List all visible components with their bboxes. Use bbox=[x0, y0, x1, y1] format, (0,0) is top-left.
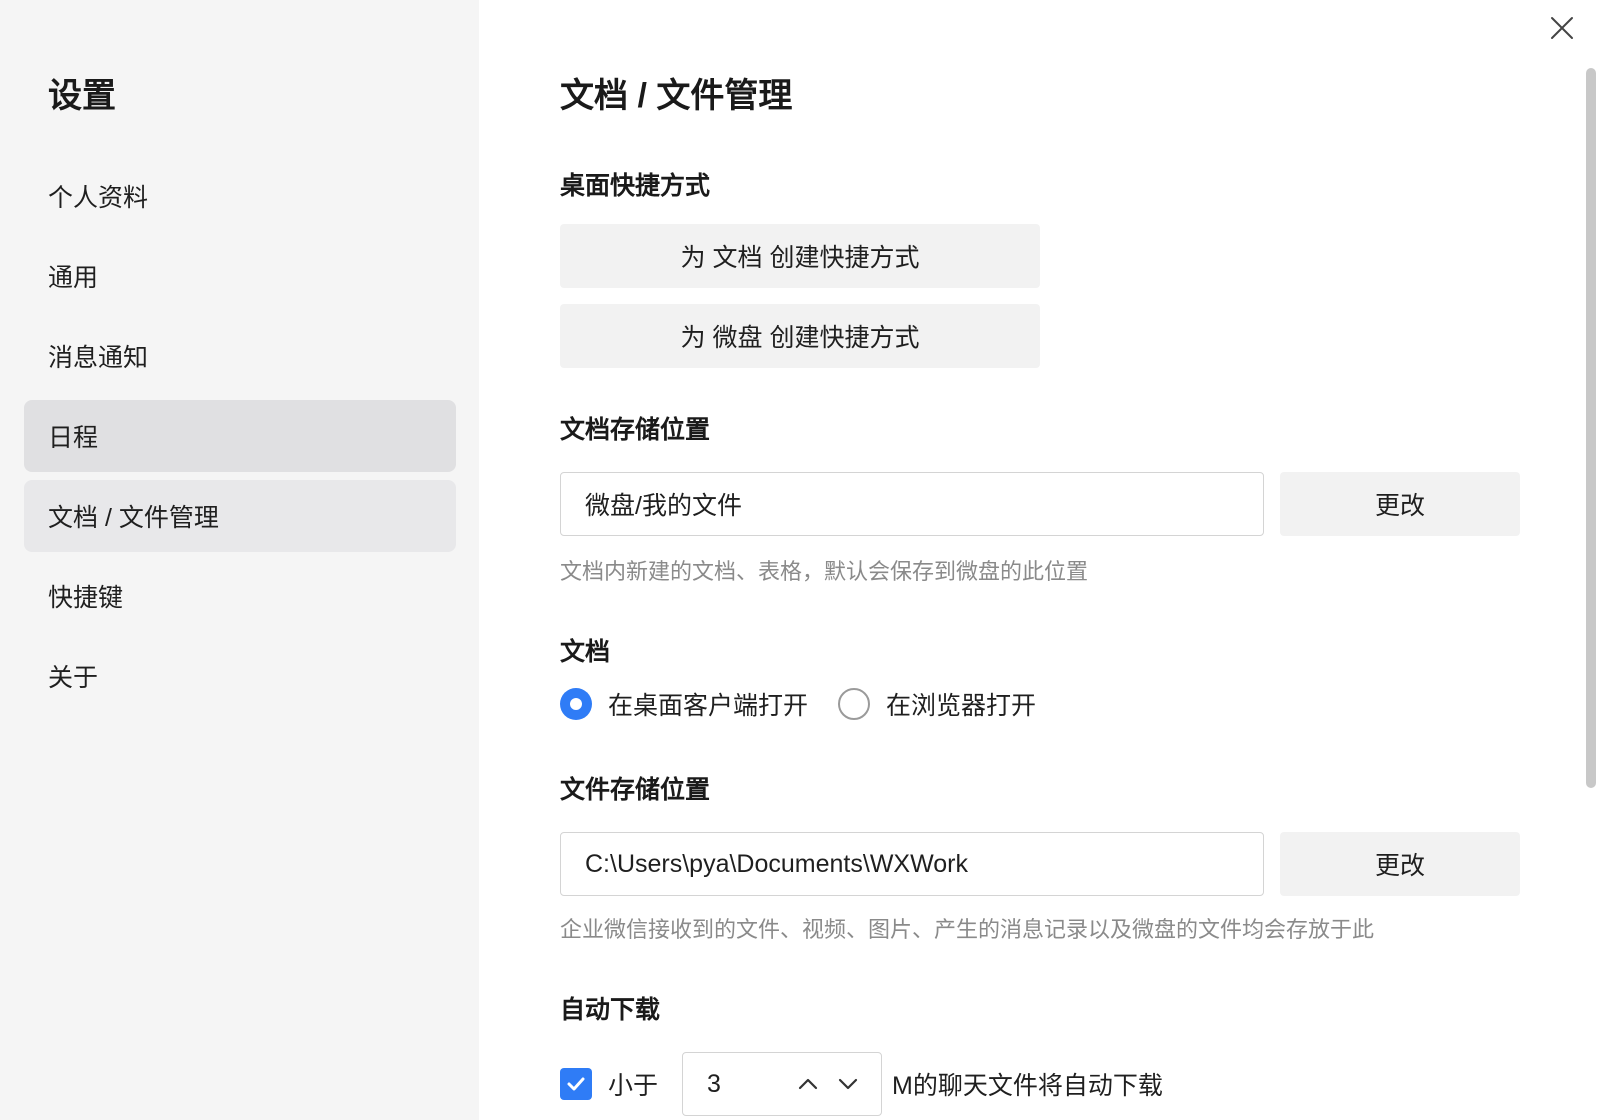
file-storage-path-field[interactable]: C:\Users\pya\Documents\WXWork bbox=[560, 832, 1264, 896]
sidebar-nav: 个人资料 通用 消息通知 日程 文档 / 文件管理 快捷键 关于 bbox=[24, 160, 456, 720]
chevron-down-icon bbox=[838, 1078, 858, 1090]
file-storage-hint: 企业微信接收到的文件、视频、图片、产生的消息记录以及微盘的文件均会存放于此 bbox=[560, 917, 1375, 942]
sidebar: 设置 个人资料 通用 消息通知 日程 文档 / 文件管理 快捷键 关于 bbox=[0, 0, 479, 1120]
close-button[interactable] bbox=[1544, 10, 1580, 46]
stepper-up-button[interactable] bbox=[795, 1071, 821, 1097]
file-storage-path-text: C:\Users\pya\Documents\WXWork bbox=[585, 849, 968, 878]
size-limit-value: 3 bbox=[707, 1069, 721, 1098]
open-in-desktop-radio[interactable]: 在桌面客户端打开 bbox=[560, 686, 808, 722]
main-panel: 文档 / 文件管理 桌面快捷方式 为 文档 创建快捷方式 为 微盘 创建快捷方式… bbox=[560, 0, 1530, 1120]
sidebar-item-docs-files[interactable]: 文档 / 文件管理 bbox=[24, 480, 456, 552]
open-in-browser-radio[interactable]: 在浏览器打开 bbox=[838, 686, 1036, 722]
doc-storage-change-button[interactable]: 更改 bbox=[1280, 472, 1520, 536]
sidebar-title: 设置 bbox=[48, 77, 116, 115]
file-storage-section-title: 文件存储位置 bbox=[560, 776, 711, 804]
doc-open-section-title: 文档 bbox=[560, 638, 611, 666]
file-storage-change-button[interactable]: 更改 bbox=[1280, 832, 1520, 896]
sidebar-item-schedule[interactable]: 日程 bbox=[24, 400, 456, 472]
doc-storage-path-text: 微盘/我的文件 bbox=[585, 492, 742, 520]
open-in-desktop-label: 在桌面客户端打开 bbox=[608, 692, 809, 720]
sidebar-item-about[interactable]: 关于 bbox=[24, 640, 456, 712]
doc-storage-section-title: 文档存储位置 bbox=[560, 416, 711, 444]
radio-checked-icon bbox=[560, 688, 592, 720]
create-doc-shortcut-button[interactable]: 为 文档 创建快捷方式 bbox=[560, 224, 1040, 288]
doc-storage-path-field[interactable]: 微盘/我的文件 bbox=[560, 472, 1264, 536]
radio-unchecked-icon bbox=[838, 688, 871, 720]
shortcut-section-title: 桌面快捷方式 bbox=[560, 172, 711, 200]
page-title: 文档 / 文件管理 bbox=[560, 77, 793, 115]
sidebar-item-general[interactable]: 通用 bbox=[24, 240, 456, 312]
auto-download-checkbox[interactable] bbox=[560, 1068, 592, 1100]
create-drive-shortcut-button[interactable]: 为 微盘 创建快捷方式 bbox=[560, 304, 1040, 368]
check-icon bbox=[567, 1077, 585, 1091]
auto-download-prefix: 小于 bbox=[608, 1072, 659, 1100]
scrollbar-thumb[interactable] bbox=[1586, 68, 1596, 788]
size-limit-stepper[interactable]: 3 bbox=[682, 1052, 883, 1116]
sidebar-item-profile[interactable]: 个人资料 bbox=[24, 160, 456, 232]
sidebar-item-notifications[interactable]: 消息通知 bbox=[24, 320, 456, 392]
stepper-down-button[interactable] bbox=[835, 1071, 861, 1097]
auto-download-suffix: M的聊天文件将自动下载 bbox=[892, 1072, 1163, 1100]
close-icon bbox=[1551, 17, 1573, 39]
chevron-up-icon bbox=[798, 1078, 818, 1090]
sidebar-item-shortcuts[interactable]: 快捷键 bbox=[24, 560, 456, 632]
settings-window: 设置 个人资料 通用 消息通知 日程 文档 / 文件管理 快捷键 关于 文档 /… bbox=[0, 0, 1600, 1120]
doc-open-radio-group: 在桌面客户端打开 在浏览器打开 bbox=[560, 686, 1066, 722]
auto-download-section-title: 自动下载 bbox=[560, 996, 661, 1024]
auto-download-row: 小于 3 M的聊天文件将自动下载 bbox=[560, 1052, 1163, 1116]
doc-storage-hint: 文档内新建的文档、表格，默认会保存到微盘的此位置 bbox=[560, 559, 1089, 584]
open-in-browser-label: 在浏览器打开 bbox=[886, 692, 1037, 720]
